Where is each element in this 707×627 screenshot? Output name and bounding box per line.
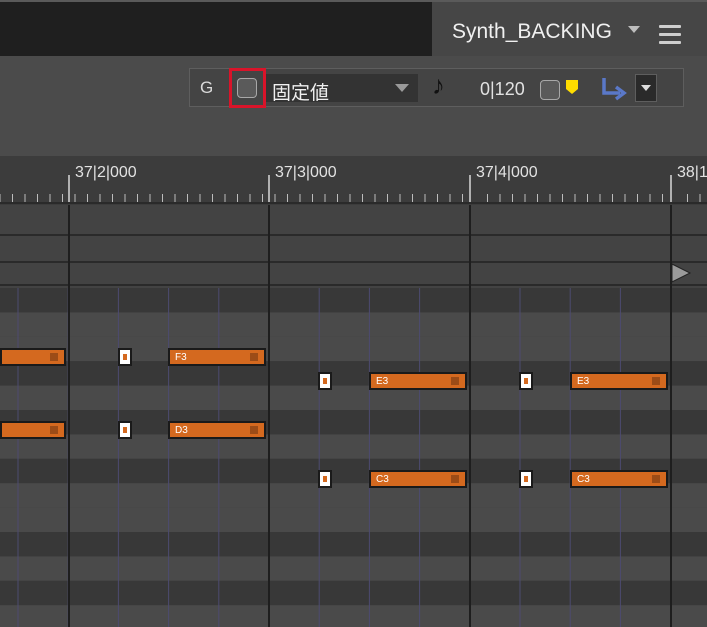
- note-block[interactable]: E3: [570, 372, 668, 391]
- step-marker[interactable]: [318, 470, 332, 488]
- note-block[interactable]: D3: [168, 421, 266, 440]
- step-marker[interactable]: [118, 421, 132, 440]
- step-marker[interactable]: [519, 470, 533, 488]
- notes-layer: F3 E3 E3 D3 C3 C3: [0, 0, 707, 627]
- note-block[interactable]: E3: [369, 372, 467, 391]
- note-block[interactable]: C3: [369, 470, 467, 488]
- note-block[interactable]: [0, 348, 66, 366]
- note-label: D3: [175, 425, 188, 437]
- note-block[interactable]: C3: [570, 470, 668, 488]
- step-marker[interactable]: [118, 348, 132, 366]
- note-label: E3: [376, 376, 389, 388]
- note-label: C3: [577, 474, 590, 485]
- step-marker[interactable]: [519, 372, 533, 391]
- step-marker[interactable]: [318, 372, 332, 391]
- note-block[interactable]: [0, 421, 66, 440]
- note-label: F3: [175, 352, 187, 363]
- note-block[interactable]: F3: [168, 348, 266, 366]
- note-label: E3: [577, 376, 590, 388]
- note-label: C3: [376, 474, 389, 485]
